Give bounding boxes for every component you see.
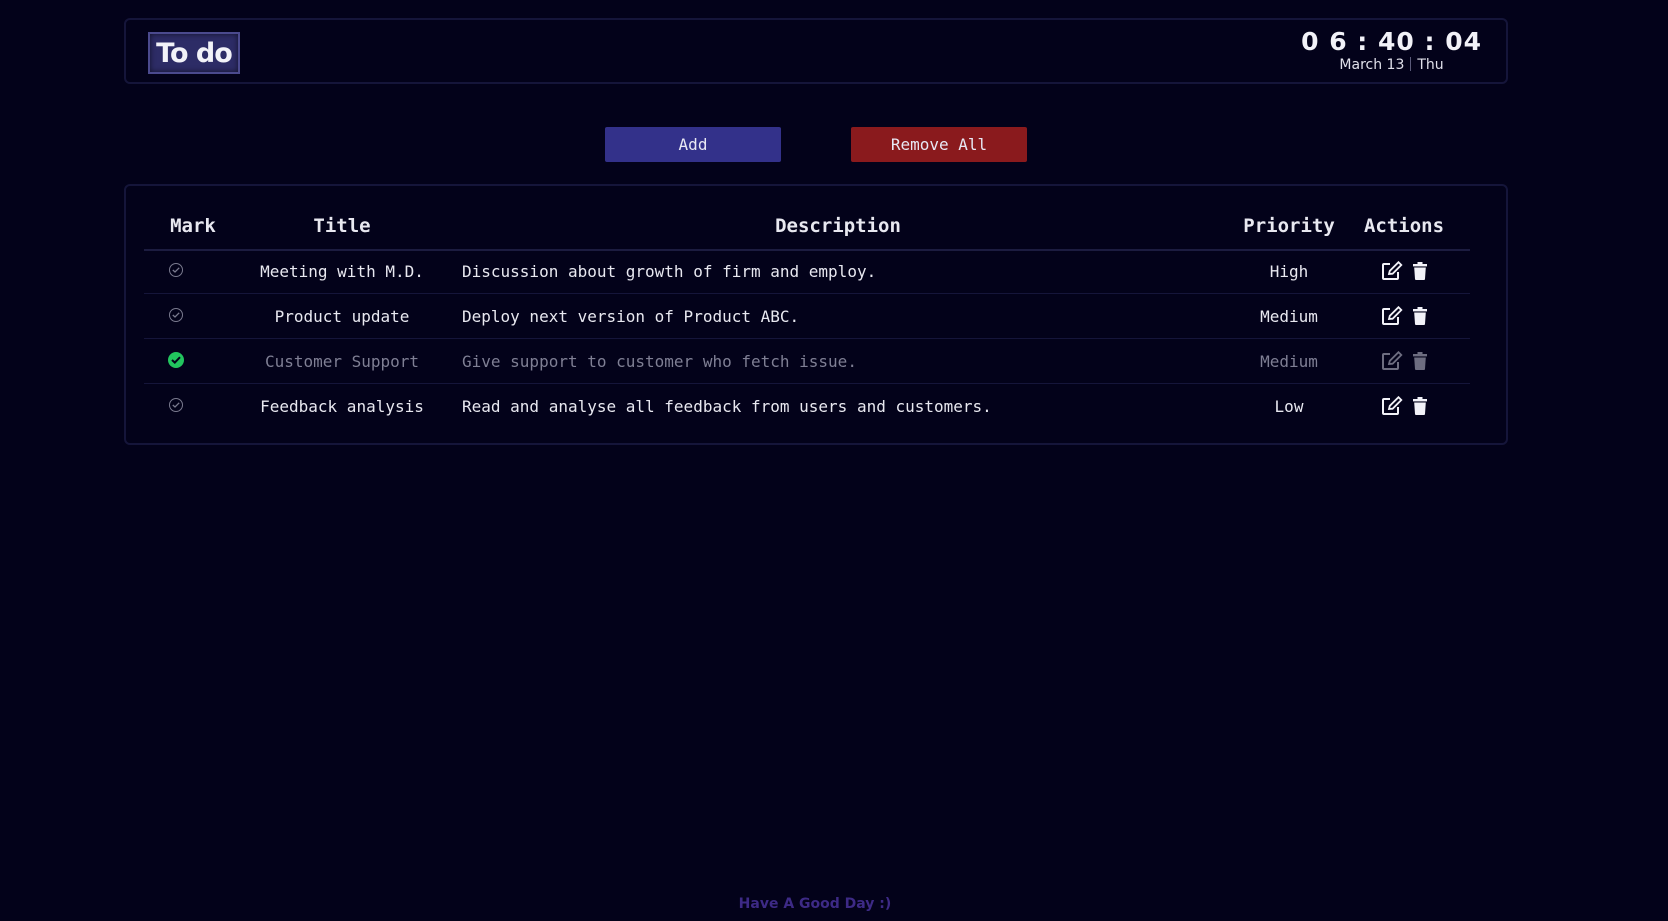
remove-all-button[interactable]: Remove All <box>851 127 1027 162</box>
actions-cell <box>1344 384 1464 428</box>
table-header: Mark Title Description Priority Actions <box>144 203 1470 251</box>
check-circle-icon[interactable] <box>169 263 183 277</box>
task-priority: Medium <box>1260 306 1318 326</box>
actions-cell <box>1344 249 1464 293</box>
app-header: To do 0 6 : 40 : 04 March 13 Thu <box>124 18 1508 84</box>
clock: 0 6 : 40 : 04 March 13 Thu <box>1301 28 1482 74</box>
actions-cell <box>1344 294 1464 338</box>
todo-table: Mark Title Description Priority Actions … <box>124 184 1508 445</box>
trash-icon[interactable] <box>1413 262 1427 280</box>
trash-icon[interactable] <box>1413 397 1427 415</box>
footer-message: Have A Good Day :) <box>738 896 892 912</box>
clock-day: Thu <box>1417 57 1444 73</box>
trash-icon[interactable] <box>1413 307 1427 325</box>
table-row: Meeting with M.D. Discussion about growth… <box>144 249 1470 294</box>
clock-date-line: March 13 Thu <box>1301 56 1482 74</box>
trash-icon[interactable] <box>1413 352 1427 370</box>
column-header-description: Description <box>775 215 901 237</box>
task-description: Discussion about growth of firm and empl… <box>462 261 877 281</box>
mark-cell <box>144 339 242 383</box>
task-priority: Medium <box>1260 351 1318 371</box>
check-circle-icon[interactable] <box>169 398 183 412</box>
task-title: Customer Support <box>264 351 420 371</box>
table-row: Customer Support Give support to customer… <box>144 339 1470 384</box>
task-description: Deploy next version of Product ABC. <box>462 306 800 326</box>
task-description: Give support to customer who fetch issue… <box>462 351 857 371</box>
column-header-mark: Mark <box>170 215 216 237</box>
task-title: Meeting with M.D. <box>260 261 424 281</box>
task-priority: High <box>1269 261 1309 281</box>
column-header-title: Title <box>313 215 371 237</box>
clock-time: 0 6 : 40 : 04 <box>1301 27 1482 56</box>
mark-cell <box>144 249 242 293</box>
check-circle-icon[interactable] <box>169 308 183 322</box>
check-circle-filled-icon[interactable] <box>168 352 184 368</box>
task-priority: Low <box>1274 396 1304 416</box>
mark-cell <box>144 294 242 338</box>
task-description: Read and analyse all feedback from users… <box>462 396 992 416</box>
edit-icon[interactable] <box>1381 261 1403 281</box>
table-row: Feedback analysis Read and analyse all fe… <box>144 384 1470 428</box>
edit-icon[interactable] <box>1381 306 1403 326</box>
app-logo: To do <box>148 32 240 74</box>
column-header-actions: Actions <box>1363 215 1445 237</box>
task-title: Feedback analysis <box>260 396 424 416</box>
actions-cell <box>1344 339 1464 383</box>
edit-icon[interactable] <box>1381 351 1403 371</box>
date-separator <box>1410 57 1412 71</box>
column-header-priority: Priority <box>1243 215 1335 237</box>
clock-date: March 13 <box>1339 57 1405 73</box>
task-title: Product update <box>274 306 410 326</box>
edit-icon[interactable] <box>1381 396 1403 416</box>
mark-cell <box>144 384 242 428</box>
table-row: Product update Deploy next version of Pro… <box>144 294 1470 339</box>
add-button[interactable]: Add <box>605 127 781 162</box>
